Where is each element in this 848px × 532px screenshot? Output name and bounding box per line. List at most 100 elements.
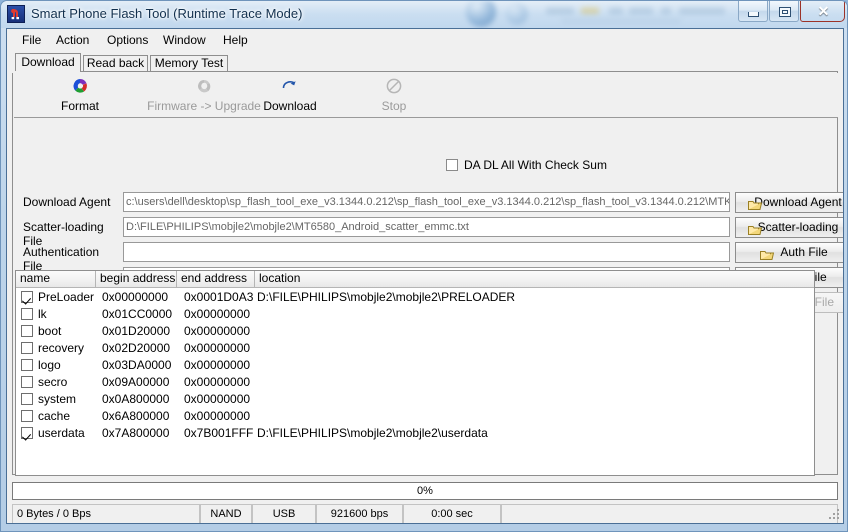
menu-help[interactable]: Help <box>218 32 253 48</box>
table-row[interactable]: recovery 0x02D20000 0x00000000 <box>16 340 814 357</box>
download-agent-input[interactable]: c:\users\dell\desktop\sp_flash_tool_exe_… <box>123 192 730 212</box>
cell-end: 0x7B001FFF <box>184 426 254 440</box>
partition-table[interactable]: name begin address end address location … <box>15 270 815 476</box>
authentication-file-input[interactable] <box>123 242 730 262</box>
cell-end: 0x00000000 <box>184 375 251 389</box>
menu-file[interactable]: File <box>17 32 46 48</box>
table-row[interactable]: system 0x0A800000 0x00000000 <box>16 391 814 408</box>
window-title: Smart Phone Flash Tool (Runtime Trace Mo… <box>31 6 303 21</box>
application-icon <box>7 5 25 23</box>
cell-begin: 0x03DA0000 <box>102 358 172 372</box>
scatter-loading-input[interactable]: D:\FILE\PHILIPS\mobjle2\mobjle2\MT6580_A… <box>123 217 730 237</box>
format-icon <box>71 77 89 95</box>
cell-end: 0x00000000 <box>184 324 251 338</box>
tab-read-back[interactable]: Read back <box>83 55 148 72</box>
table-row[interactable]: boot 0x01D20000 0x00000000 <box>16 323 814 340</box>
row-checkbox[interactable] <box>21 393 33 405</box>
status-storage: NAND <box>200 504 252 523</box>
download-agent-browse-button[interactable]: Download Agent <box>735 192 843 213</box>
authentication-file-label: Authentication File <box>23 245 100 273</box>
column-header-name[interactable]: name <box>16 271 96 288</box>
format-button[interactable]: Format <box>32 75 128 115</box>
cell-name: logo <box>38 358 61 372</box>
row-checkbox[interactable] <box>21 291 33 303</box>
title-bar[interactable]: Smart Phone Flash Tool (Runtime Trace Mo… <box>1 1 847 28</box>
stop-icon <box>385 77 403 95</box>
row-checkbox[interactable] <box>21 376 33 388</box>
cell-location: D:\FILE\PHILIPS\mobjle2\mobjle2\PRELOADE… <box>257 290 516 304</box>
download-button[interactable]: Download <box>242 75 338 115</box>
row-checkbox[interactable] <box>21 427 33 439</box>
column-header-begin-address[interactable]: begin address <box>96 271 177 288</box>
status-interface: USB <box>252 504 316 523</box>
cell-name: system <box>38 392 77 406</box>
toolbar: Format Firmware -> Upgrade Download Stop <box>14 73 838 118</box>
row-checkbox[interactable] <box>21 342 33 354</box>
folder-icon <box>747 198 763 210</box>
aero-glass-bleed <box>411 1 731 28</box>
status-bytes: 0 Bytes / 0 Bps <box>12 504 200 523</box>
folder-icon <box>747 223 763 235</box>
folder-icon <box>759 248 775 260</box>
stop-button[interactable]: Stop <box>346 75 442 115</box>
table-row[interactable]: secro 0x09A00000 0x00000000 <box>16 374 814 391</box>
cell-name: boot <box>38 324 62 338</box>
menu-action[interactable]: Action <box>51 32 94 48</box>
da-dl-checksum-label: DA DL All With Check Sum <box>464 158 607 172</box>
application-window: Smart Phone Flash Tool (Runtime Trace Mo… <box>0 0 848 532</box>
row-checkbox[interactable] <box>21 410 33 422</box>
auth-file-browse-button[interactable]: Auth File <box>735 242 843 263</box>
cell-end: 0x00000000 <box>184 358 251 372</box>
cell-begin: 0x6A800000 <box>102 409 170 423</box>
cell-end: 0x00000000 <box>184 409 251 423</box>
cell-name: recovery <box>38 341 85 355</box>
cell-begin: 0x00000000 <box>102 290 169 304</box>
maximize-button[interactable] <box>769 1 799 22</box>
cell-begin: 0x02D20000 <box>102 341 171 355</box>
menu-window[interactable]: Window <box>158 32 211 48</box>
table-row[interactable]: userdata 0x7A800000 0x7B001FFF D:\FILE\P… <box>16 425 814 442</box>
upgrade-icon <box>195 77 213 95</box>
status-baudrate: 921600 bps <box>316 504 403 523</box>
table-row[interactable]: PreLoader 0x00000000 0x0001D0A3 D:\FILE\… <box>16 289 814 306</box>
column-header-location[interactable]: location <box>255 271 814 288</box>
close-button[interactable]: ✕ <box>800 1 845 22</box>
cell-begin: 0x7A800000 <box>102 426 170 440</box>
scatter-loading-label: Scatter-loading File <box>23 220 104 248</box>
table-header-row: name begin address end address location <box>16 271 814 288</box>
download-agent-label: Download Agent <box>23 195 111 209</box>
tab-download[interactable]: Download <box>15 53 81 72</box>
cell-name: cache <box>38 409 71 423</box>
status-spare-1 <box>501 504 838 523</box>
cell-name: userdata <box>38 426 85 440</box>
da-dl-checksum-checkbox[interactable] <box>446 159 458 171</box>
menu-options[interactable]: Options <box>102 32 153 48</box>
download-icon <box>281 77 299 95</box>
maximize-icon <box>779 7 791 17</box>
cell-begin: 0x0A800000 <box>102 392 170 406</box>
cell-name: secro <box>38 375 68 389</box>
row-checkbox[interactable] <box>21 325 33 337</box>
row-checkbox[interactable] <box>21 359 33 371</box>
menu-bar: File Action Options Window Help <box>7 29 843 50</box>
scatter-loading-browse-button[interactable]: Scatter-loading <box>735 217 843 238</box>
column-header-end-address[interactable]: end address <box>177 271 255 288</box>
cell-end: 0x00000000 <box>184 392 251 406</box>
download-button-label: Download <box>263 99 317 113</box>
table-row[interactable]: lk 0x01CC0000 0x00000000 <box>16 306 814 323</box>
client-area: File Action Options Window Help Download… <box>6 28 844 524</box>
cell-end: 0x0001D0A3 <box>184 290 254 304</box>
minimize-button[interactable] <box>738 1 768 22</box>
cell-end: 0x00000000 <box>184 307 251 321</box>
tab-memory-test[interactable]: Memory Test <box>150 55 228 72</box>
table-row[interactable]: logo 0x03DA0000 0x00000000 <box>16 357 814 374</box>
minimize-icon <box>748 12 759 17</box>
cell-name: PreLoader <box>38 290 95 304</box>
resize-grip[interactable] <box>829 509 841 521</box>
row-checkbox[interactable] <box>21 308 33 320</box>
cell-end: 0x00000000 <box>184 341 251 355</box>
status-elapsed: 0:00 sec <box>403 504 501 523</box>
stop-button-label: Stop <box>381 99 407 113</box>
table-row[interactable]: cache 0x6A800000 0x00000000 <box>16 408 814 425</box>
tab-strip: Download Read back Memory Test <box>15 53 835 72</box>
